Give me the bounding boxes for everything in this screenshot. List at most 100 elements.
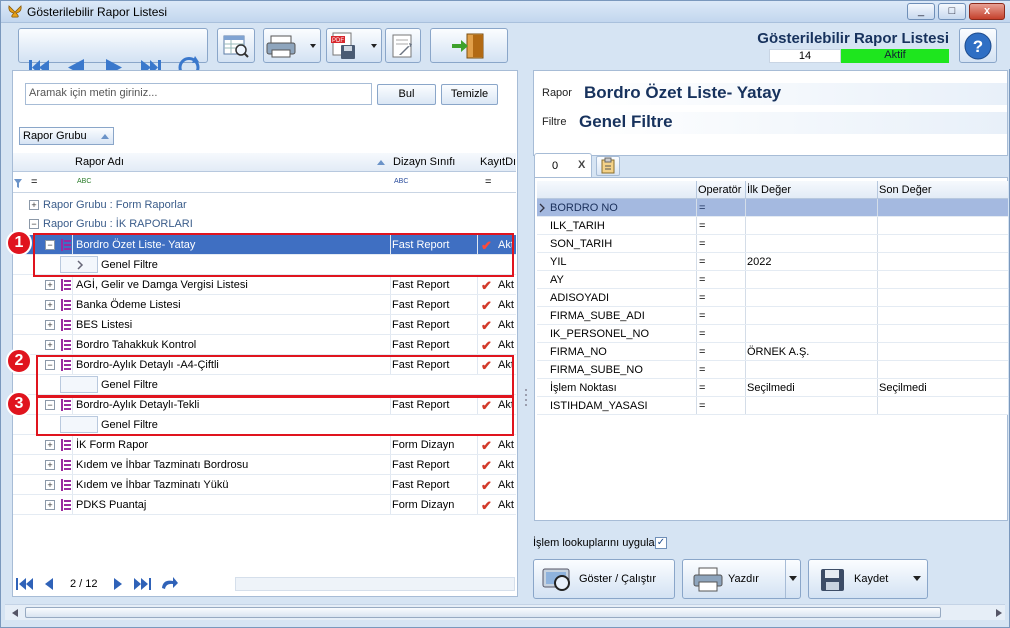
main-hscroll[interactable] — [5, 604, 1005, 620]
param-row[interactable]: FIRMA_SUBE_ADI = — [537, 307, 1008, 325]
row-expander[interactable]: + — [45, 300, 55, 310]
param-operator[interactable]: = — [699, 346, 705, 358]
col-saved[interactable]: KayıtDı — [480, 156, 516, 168]
report-icon — [61, 319, 71, 331]
pager-first-icon[interactable] — [15, 577, 35, 591]
param-operator[interactable]: = — [699, 364, 705, 376]
row-expander[interactable]: + — [45, 460, 55, 470]
param-row[interactable]: ADISOYADI = — [537, 289, 1008, 307]
lookup-checkbox[interactable]: ✓ — [655, 537, 667, 549]
search-input[interactable]: Aramak için metin giriniz... — [25, 83, 372, 105]
row-expander[interactable]: + — [45, 440, 55, 450]
tab-close-icon[interactable]: X — [578, 159, 585, 171]
param-operator[interactable]: = — [699, 310, 705, 322]
scroll-left-icon[interactable] — [11, 608, 19, 618]
param-operator[interactable]: = — [699, 220, 705, 232]
table-row[interactable]: + PDKS Puantaj Form Dizayn ✔ Akt — [13, 495, 516, 515]
param-row[interactable]: BORDRO NO = — [537, 199, 1008, 217]
grid-view-button[interactable] — [217, 28, 255, 63]
pdf-export-button[interactable]: PDF — [326, 28, 382, 63]
table-row[interactable]: + Banka Ödeme Listesi Fast Report ✔ Akt — [13, 295, 516, 315]
settings-button[interactable] — [385, 28, 421, 63]
param-row[interactable]: FIRMA_NO = ÖRNEK A.Ş. — [537, 343, 1008, 361]
table-row[interactable]: + AGİ, Gelir ve Damga Vergisi Listesi Fast… — [13, 275, 516, 295]
check-icon: ✔ — [481, 318, 492, 333]
param-row[interactable]: SON_TARIH = — [537, 235, 1008, 253]
row-expander[interactable]: + — [45, 280, 55, 290]
param-row[interactable]: IK_PERSONEL_NO = — [537, 325, 1008, 343]
group-by-chip[interactable]: Rapor Grubu — [19, 127, 114, 145]
exit-button[interactable] — [430, 28, 508, 63]
param-row[interactable]: İşlem Noktası = Seçilmedi Seçilmedi — [537, 379, 1008, 397]
row-expander[interactable]: + — [45, 340, 55, 350]
pager-hscroll[interactable] — [235, 577, 515, 591]
param-first-value[interactable]: Seçilmedi — [747, 382, 795, 394]
save-button[interactable]: Kaydet — [808, 559, 928, 599]
table-row[interactable]: + Kıdem ve İhbar Tazminatı Yükü Fast Repor… — [13, 475, 516, 495]
group-row-ik[interactable]: − Rapor Grubu : İK RAPORLARI — [13, 216, 516, 234]
filter-abc-icon[interactable]: ABC — [77, 178, 91, 185]
param-name: ISTIHDAM_YASASI — [550, 400, 648, 412]
row-expander[interactable]: + — [45, 500, 55, 510]
find-button[interactable]: Bul — [377, 84, 436, 105]
filter-eq-2[interactable]: = — [485, 176, 491, 188]
param-first-value[interactable]: 2022 — [747, 256, 771, 268]
param-operator[interactable]: = — [699, 382, 705, 394]
maximize-button[interactable]: □ — [938, 3, 966, 20]
scroll-thumb[interactable] — [25, 607, 941, 618]
param-operator[interactable]: = — [699, 400, 705, 412]
table-row[interactable]: + Kıdem ve İhbar Tazminatı Bordrosu Fast R… — [13, 455, 516, 475]
param-operator[interactable]: = — [699, 328, 705, 340]
chevron-down-icon[interactable] — [789, 576, 797, 582]
param-operator[interactable]: = — [699, 202, 705, 214]
annotation-badge-2: 2 — [6, 348, 32, 374]
param-row[interactable]: YIL = 2022 — [537, 253, 1008, 271]
param-operator[interactable]: = — [699, 292, 705, 304]
tab-0[interactable]: 0 X — [534, 153, 592, 177]
group-expander[interactable]: + — [29, 200, 39, 210]
sort-up-icon — [101, 134, 109, 139]
row-expander[interactable]: + — [45, 320, 55, 330]
col-design-class[interactable]: Dizayn Sınıfı — [393, 156, 455, 168]
param-name: İşlem Noktası — [550, 382, 617, 394]
pager-last-icon[interactable] — [133, 577, 153, 591]
pager-refresh-icon[interactable] — [159, 576, 179, 592]
table-row[interactable]: + Bordro Tahakkuk Kontrol Fast Report ✔ Akt — [13, 335, 516, 355]
pager-next-icon[interactable] — [112, 577, 124, 591]
param-row[interactable]: AY = — [537, 271, 1008, 289]
add-filter-tab-button[interactable] — [596, 156, 620, 176]
param-operator[interactable]: = — [699, 274, 705, 286]
print-dropdown-button[interactable] — [263, 28, 321, 63]
filter-abc-icon-2[interactable]: ABC — [394, 178, 408, 185]
header-title: Gösterilebilir Rapor Listesi — [757, 30, 949, 47]
table-row[interactable]: + İK Form Rapor Form Dizayn ✔ Akt — [13, 435, 516, 455]
minimize-button[interactable]: _ — [907, 3, 935, 20]
param-operator[interactable]: = — [699, 238, 705, 250]
print-button[interactable]: Yazdır — [682, 559, 801, 599]
param-col-last[interactable]: Son Değer — [879, 184, 932, 196]
param-row[interactable]: ISTIHDAM_YASASI = — [537, 397, 1008, 415]
col-report-name[interactable]: Rapor Adı — [75, 156, 124, 168]
filter-eq-1[interactable]: = — [31, 176, 37, 188]
scroll-right-icon[interactable] — [995, 608, 1003, 618]
show-run-button[interactable]: Göster / Çalıştır — [533, 559, 675, 599]
close-button[interactable]: x — [969, 3, 1005, 20]
param-col-first[interactable]: İlk Değer — [747, 184, 791, 196]
chevron-down-icon[interactable] — [913, 576, 921, 582]
param-row[interactable]: ILK_TARIH = — [537, 217, 1008, 235]
help-button[interactable]: ? — [959, 28, 997, 63]
pager-prev-icon[interactable] — [43, 577, 55, 591]
group-expander[interactable]: − — [29, 219, 39, 229]
param-first-value[interactable]: ÖRNEK A.Ş. — [747, 346, 809, 358]
group-row-form[interactable]: + Rapor Grubu : Form Raporlar — [13, 197, 516, 215]
param-last-value[interactable]: Seçilmedi — [879, 382, 927, 394]
design-class: Form Dizayn — [392, 439, 455, 451]
clear-button[interactable]: Temizle — [441, 84, 498, 105]
table-row[interactable]: + BES Listesi Fast Report ✔ Akt — [13, 315, 516, 335]
param-operator[interactable]: = — [699, 256, 705, 268]
row-expander[interactable]: + — [45, 480, 55, 490]
param-row[interactable]: FIRMA_SUBE_NO = — [537, 361, 1008, 379]
splitter[interactable] — [522, 70, 530, 598]
saved-status: Akt — [498, 299, 514, 311]
param-col-op[interactable]: Operatör — [698, 184, 741, 196]
